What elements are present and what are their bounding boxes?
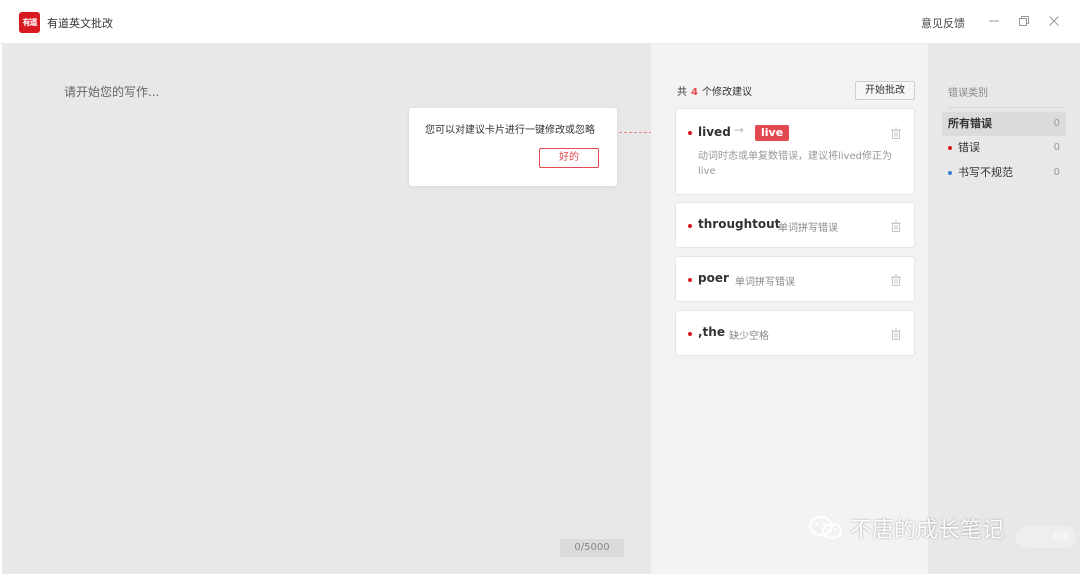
style-dot xyxy=(948,171,952,175)
close-icon xyxy=(1049,16,1059,26)
restore-icon xyxy=(1019,16,1029,26)
app-title: 有道英文批改 xyxy=(47,17,113,30)
feedback-link[interactable]: 意见反馈 xyxy=(921,15,965,31)
editor-placeholder: 请开始您的写作... xyxy=(64,85,160,99)
error-dot xyxy=(688,332,692,336)
suggestion-count-prefix: 共 xyxy=(677,87,687,98)
error-dot xyxy=(688,278,692,282)
suggestions-panel: 共 4 个修改建议 开始批改 lived → live 动词时态或单复数错误，建议将… xyxy=(651,44,928,574)
error-word: throughtout xyxy=(698,217,781,231)
error-description: 动词时态或单复数错误，建议将lived修正为live xyxy=(698,151,892,177)
suggestion-card[interactable]: poer 单词拼写错误 xyxy=(675,256,915,302)
watermark-text: 不唐的成长笔记 xyxy=(850,518,1005,543)
category-all[interactable]: 所有错误 0 xyxy=(942,112,1066,136)
error-dot xyxy=(688,131,692,135)
category-writing-style[interactable]: 书写不规范 0 xyxy=(942,161,1066,185)
wechat-watermark: 不唐的成长笔记 xyxy=(808,510,1004,546)
suggestion-count-suffix: 个修改建议 xyxy=(701,87,752,98)
trash-icon[interactable] xyxy=(890,127,902,139)
close-button[interactable] xyxy=(1043,10,1065,32)
error-word: lived xyxy=(698,125,731,139)
category-count: 0 xyxy=(1053,167,1060,178)
category-count: 0 xyxy=(1053,142,1060,153)
minimize-icon xyxy=(989,20,999,22)
suggestion-card[interactable]: lived → live 动词时态或单复数错误，建议将lived修正为live xyxy=(675,108,915,195)
error-dot xyxy=(688,224,692,228)
category-label: 书写不规范 xyxy=(958,166,1013,179)
wechat-icon xyxy=(809,516,842,539)
error-description: 单词拼写错误 xyxy=(778,223,838,234)
category-title: 错误类别 xyxy=(948,84,1066,108)
suggestion-card[interactable]: throughtout 单词拼写错误 xyxy=(675,202,915,248)
word-count: 0/5000 xyxy=(560,539,624,557)
error-description: 缺少空格 xyxy=(729,331,769,342)
fix-suggestion-button[interactable]: live xyxy=(755,125,790,141)
trash-icon[interactable] xyxy=(890,274,902,286)
error-word: ,the xyxy=(698,325,725,339)
suggestion-count: 共 4 个修改建议 xyxy=(677,83,752,98)
error-description: 单词拼写错误 xyxy=(735,277,795,288)
restore-button[interactable] xyxy=(1013,10,1035,32)
error-dot xyxy=(948,146,952,150)
guide-tooltip: 您可以对建议卡片进行一键修改或忽略 好的 xyxy=(409,108,617,186)
title-bar: 有道 有道英文批改 意见反馈 xyxy=(0,0,1080,44)
category-label: 错误 xyxy=(958,141,980,154)
minimize-button[interactable] xyxy=(983,10,1005,32)
category-count: 0 xyxy=(1053,118,1060,129)
suggestion-card[interactable]: ,the 缺少空格 xyxy=(675,310,915,356)
app-logo: 有道 xyxy=(19,12,40,33)
tooltip-text: 您可以对建议卡片进行一键修改或忽略 xyxy=(425,125,595,136)
arrow-right-icon: → xyxy=(734,123,745,137)
watermark-tag: 对图 xyxy=(1016,526,1076,548)
trash-icon[interactable] xyxy=(890,220,902,232)
trash-icon[interactable] xyxy=(890,328,902,340)
category-error[interactable]: 错误 0 xyxy=(942,136,1066,160)
tooltip-ok-button[interactable]: 好的 xyxy=(539,148,599,168)
category-panel: 错误类别 所有错误 0 错误 0 书写不规范 0 xyxy=(928,44,1080,574)
category-label: 所有错误 xyxy=(948,117,992,130)
error-word: poer xyxy=(698,271,729,285)
suggestion-count-number: 4 xyxy=(691,87,698,98)
start-check-button[interactable]: 开始批改 xyxy=(855,81,915,100)
